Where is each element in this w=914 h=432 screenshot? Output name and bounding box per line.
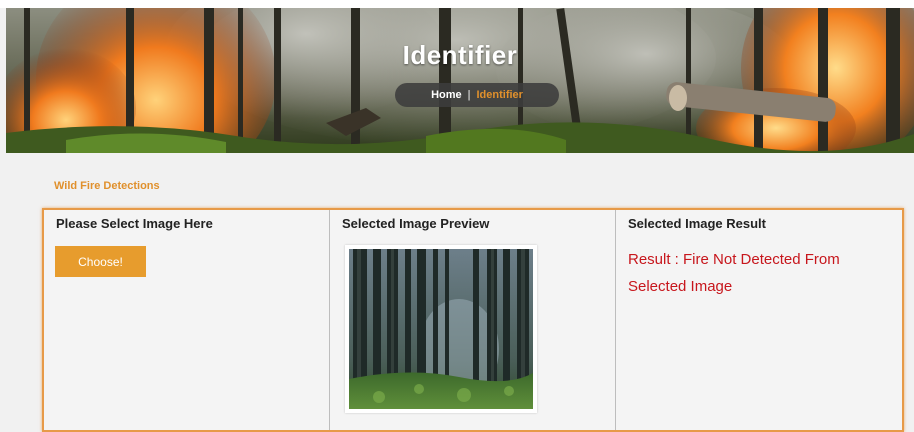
select-image-heading: Please Select Image Here [56,216,213,231]
image-preview-heading: Selected Image Preview [342,216,490,231]
choose-image-button[interactable]: Choose! [55,246,146,277]
breadcrumb-separator: | [467,89,471,101]
result-column: Selected Image Result Result : Fire Not … [616,210,902,430]
result-heading: Selected Image Result [628,216,766,231]
top-strip [0,0,914,8]
detection-panel: Please Select Image Here Choose! Selecte… [42,208,904,432]
selected-image-preview [345,245,537,413]
forest-fire-background [6,8,914,153]
image-preview-column: Selected Image Preview [330,210,616,430]
select-image-column: Please Select Image Here Choose! [44,210,330,430]
detection-result-text: Result : Fire Not Detected From Selected… [628,251,840,295]
section-label: Wild Fire Detections [54,180,160,192]
forest-preview-image [349,249,533,409]
breadcrumb-current: Identifier [476,89,523,101]
hero-banner: Identifier Home | Identifier [6,8,914,153]
breadcrumb: Home | Identifier [395,83,559,107]
page-title: Identifier [402,40,518,70]
breadcrumb-home-link[interactable]: Home [431,89,462,101]
